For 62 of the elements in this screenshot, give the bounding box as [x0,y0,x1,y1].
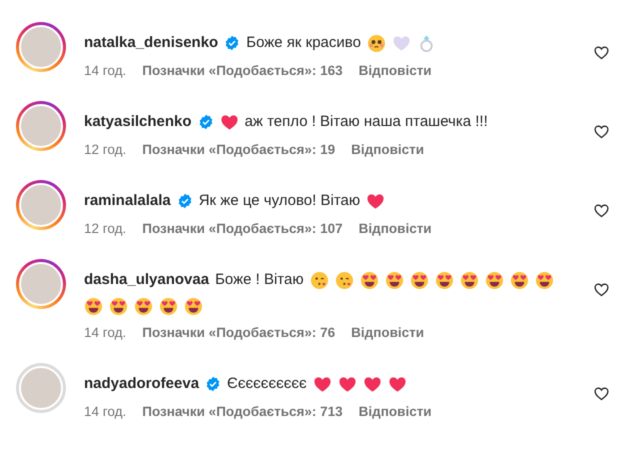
heart-eyes-face-icon [460,270,479,290]
likes-count-link[interactable]: Позначки «Подобається»: 163 [142,63,343,78]
username-link[interactable]: raminalalala [84,190,171,212]
kissing-face-icon [334,270,354,290]
heart-icon [392,34,411,52]
like-heart-icon[interactable] [593,202,610,219]
smiling-face-icon [366,34,386,52]
comment-time: 14 год. [84,325,126,340]
comment-text: аж тепло ! Вітаю наша пташечка !!! [244,112,488,132]
heart-eyes-face-icon [109,297,128,316]
heart-eyes-face-icon [410,270,429,290]
like-heart-icon[interactable] [593,123,610,140]
heart-icon [366,192,386,210]
comment-text: Боже як красиво [246,33,361,53]
comment-text: Єєєєєєєєєє [227,374,307,394]
username-link[interactable]: katyasilchenko [84,111,192,133]
likes-count-link[interactable]: Позначки «Подобається»: 713 [142,404,343,419]
reply-link[interactable]: Відповісти [351,142,424,157]
comment-text: Боже ! Вітаю [215,270,304,290]
avatar-ring[interactable] [16,259,66,309]
comment-time: 14 год. [84,404,126,419]
heart-icon [362,374,382,394]
avatar-photo-placeholder [19,25,63,69]
avatar-ring[interactable] [16,101,66,151]
username-link[interactable]: natalka_denisenko [84,32,218,54]
heart-eyes-face-icon [184,297,203,316]
reply-link[interactable]: Відповісти [351,325,424,340]
heart-icon [312,374,332,394]
avatar-photo-placeholder [19,262,63,306]
comment-text: Як же це чулово! Вітаю [198,191,360,211]
heart-eyes-face-icon [360,270,379,290]
heart-icon [220,112,239,132]
reply-link[interactable]: Відповісти [358,221,432,236]
likes-count-link[interactable]: Позначки «Подобається»: 19 [142,142,336,157]
reply-link[interactable]: Відповісти [358,404,432,419]
heart-eyes-face-icon [159,297,178,316]
comment-time: 12 год. [84,142,126,157]
like-heart-icon[interactable] [593,385,610,402]
username-link[interactable]: nadyadorofeeva [84,373,200,395]
username-link[interactable]: dasha_ulyanovaa [84,269,210,291]
heart-icon [338,374,357,394]
likes-count-link[interactable]: Позначки «Подобається»: 107 [142,221,343,236]
kissing-face-icon [310,270,329,290]
like-heart-icon[interactable] [593,44,610,61]
comment-time: 14 год. [84,63,126,78]
like-heart-icon[interactable] [593,281,610,298]
avatar-ring[interactable] [16,22,66,72]
heart-eyes-face-icon [434,270,454,290]
avatar-ring[interactable] [16,180,66,230]
reply-link[interactable]: Відповісти [358,63,432,78]
avatar-photo-placeholder [19,183,63,227]
comment-time: 12 год. [84,221,126,236]
likes-count-link[interactable]: Позначки «Подобається»: 76 [142,325,336,340]
heart-icon [388,374,407,394]
heart-eyes-face-icon [134,297,153,316]
heart-eyes-face-icon [534,270,554,290]
heart-eyes-face-icon [484,270,504,290]
heart-eyes-face-icon [384,270,404,290]
avatar-photo-placeholder [19,104,63,148]
heart-eyes-face-icon [510,270,529,290]
avatar-photo-placeholder [19,366,63,410]
heart-eyes-face-icon [84,297,103,316]
